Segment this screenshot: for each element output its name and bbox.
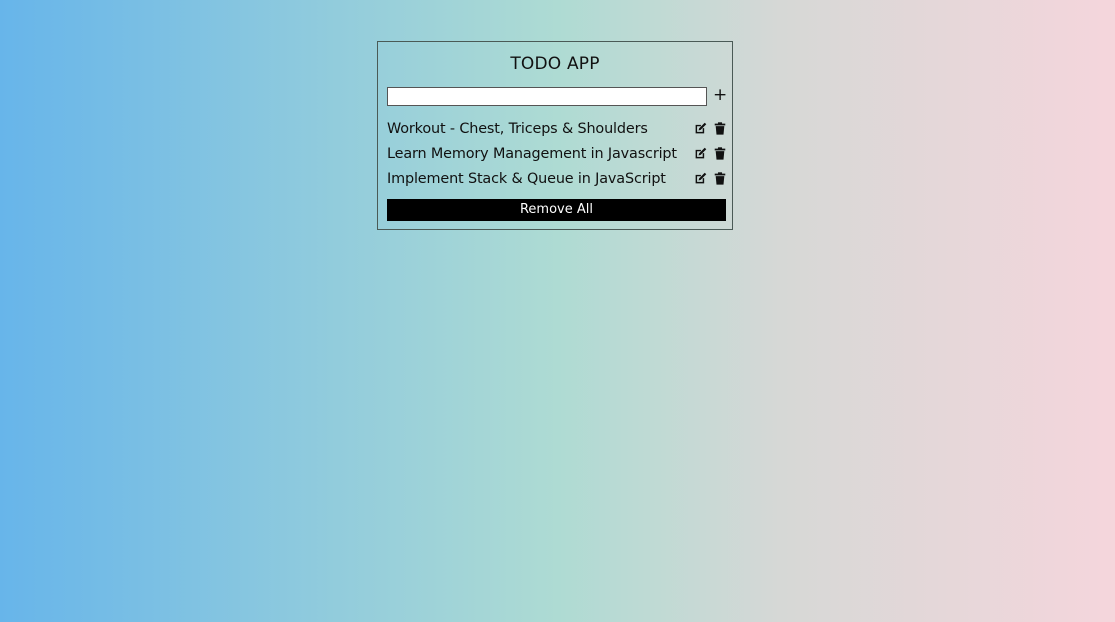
edit-icon <box>695 147 707 158</box>
todo-list: Workout - Chest, Triceps & Shoulders Lea… <box>387 118 729 193</box>
todo-item: Workout - Chest, Triceps & Shoulders <box>387 118 729 143</box>
new-todo-row: + <box>387 85 727 107</box>
trash-icon <box>714 171 726 185</box>
todo-text: Learn Memory Management in Javascript <box>387 146 677 162</box>
delete-button[interactable] <box>714 171 728 185</box>
todo-text: Workout - Chest, Triceps & Shoulders <box>387 121 648 137</box>
add-todo-button[interactable]: + <box>713 85 727 105</box>
todo-text: Implement Stack & Queue in JavaScript <box>387 171 666 187</box>
new-todo-input[interactable] <box>387 87 707 106</box>
remove-all-button[interactable]: Remove All <box>387 199 726 221</box>
edit-button[interactable] <box>694 121 708 135</box>
edit-icon <box>695 172 707 183</box>
app-title: TODO APP <box>510 54 600 74</box>
edit-button[interactable] <box>694 171 708 185</box>
todo-item: Learn Memory Management in Javascript <box>387 143 729 168</box>
delete-button[interactable] <box>714 146 728 160</box>
trash-icon <box>714 121 726 135</box>
todo-card: TODO APP + Workout - Chest, Triceps & Sh… <box>377 41 733 230</box>
edit-button[interactable] <box>694 146 708 160</box>
todo-item: Implement Stack & Queue in JavaScript <box>387 168 729 193</box>
edit-icon <box>695 122 707 133</box>
delete-button[interactable] <box>714 121 728 135</box>
trash-icon <box>714 146 726 160</box>
